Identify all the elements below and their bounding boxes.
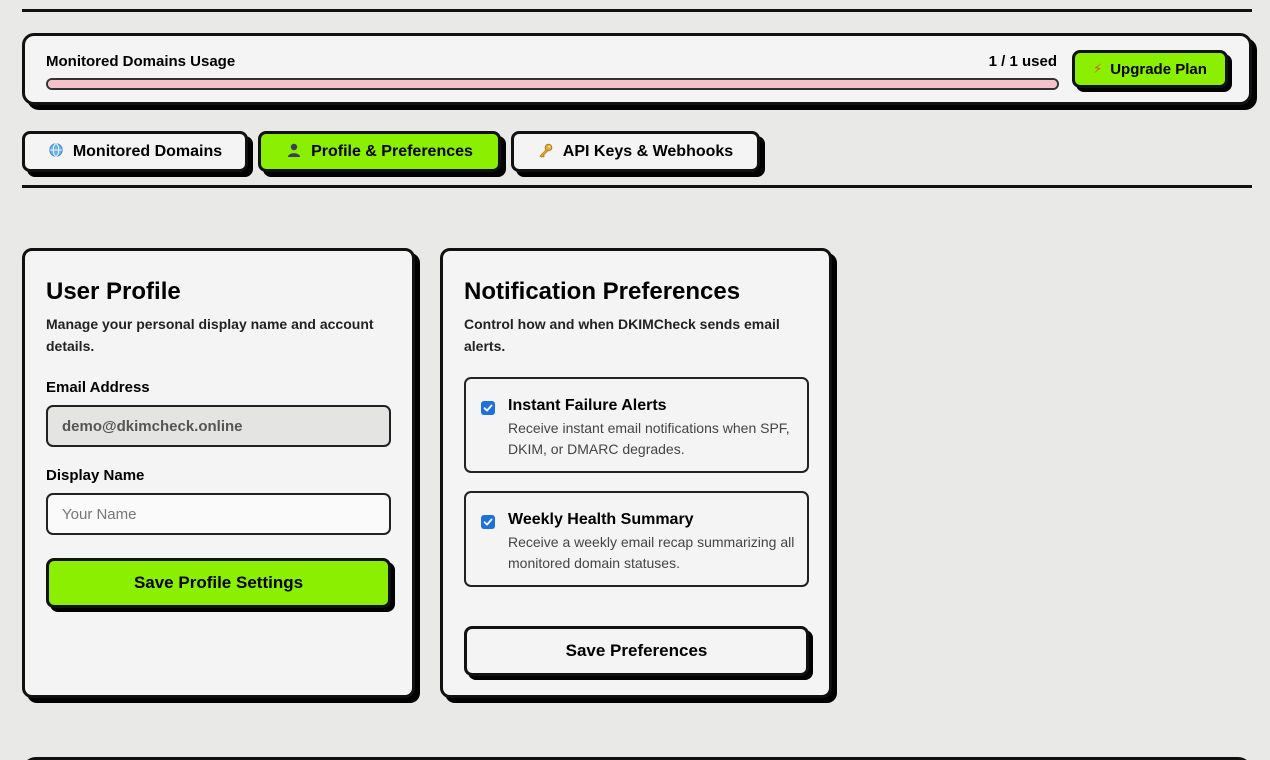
pref-title: Instant Failure Alerts [508,397,667,414]
notification-preferences-panel: Notification Preferences Control how and… [440,248,832,698]
email-label: Email Address [46,379,150,396]
usage-count: 1 / 1 used [988,53,1057,70]
panel-title: User Profile [46,278,181,305]
tab-profile-preferences[interactable]: Profile & Preferences [258,131,501,172]
pref-instant-failure-alerts: Instant Failure Alerts Receive instant e… [464,377,809,473]
usage-title: Monitored Domains Usage [46,53,236,70]
panel-description: Manage your personal display name and ac… [46,316,374,354]
globe-icon [48,143,64,160]
tab-label: Profile & Preferences [311,142,473,160]
upgrade-plan-button[interactable]: ⚡ Upgrade Plan [1072,50,1228,88]
usage-progress-fill [48,80,1057,88]
panel-description: Control how and when DKIMCheck sends ema… [464,316,780,354]
tab-label: API Keys & Webhooks [562,142,734,160]
tab-monitored-domains[interactable]: Monitored Domains [22,131,248,172]
checkmark-icon [483,518,493,526]
display-name-label: Display Name [46,467,145,484]
display-name-input[interactable] [46,493,391,535]
pref-title: Weekly Health Summary [508,511,694,528]
key-icon [538,143,554,161]
lightning-bolt-icon: ⚡ [1093,61,1103,76]
domains-usage-card: Monitored Domains Usage 1 / 1 used ⚡ Upg… [22,33,1252,105]
usage-progress-bar [46,78,1059,90]
checkmark-icon [483,404,493,412]
tab-label: Monitored Domains [72,142,223,160]
upgrade-plan-label: Upgrade Plan [1110,60,1207,78]
user-silhouette-icon [286,143,302,160]
save-profile-button[interactable]: Save Profile Settings [46,558,391,608]
panel-title: Notification Preferences [464,278,741,305]
top-divider [22,9,1252,12]
email-field[interactable] [46,405,391,447]
tab-api-keys-webhooks[interactable]: API Keys & Webhooks [511,131,760,172]
pref-weekly-health-summary: Weekly Health Summary Receive a weekly e… [464,491,809,587]
weekly-summary-checkbox[interactable] [481,515,495,529]
pref-description: Receive instant email notifications when… [508,420,790,457]
tabs-divider [22,185,1252,188]
pref-description: Receive a weekly email recap summarizing… [508,534,795,571]
save-preferences-button[interactable]: Save Preferences [464,626,809,676]
user-profile-panel: User Profile Manage your personal displa… [22,248,415,698]
instant-alerts-checkbox[interactable] [481,401,495,415]
